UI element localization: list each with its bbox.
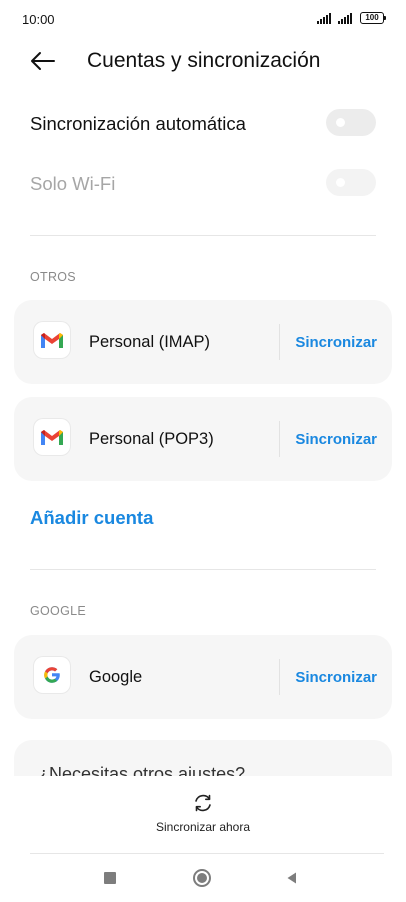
gmail-icon [34,322,70,358]
recents-button[interactable] [95,866,125,890]
status-bar: 10:00 100 [0,0,406,40]
account-name: Personal (POP3) [89,430,214,448]
system-navbar [0,855,406,902]
account-name: Personal (IMAP) [89,333,211,351]
battery-icon: 100 [360,12,386,24]
wifi-only-label: Solo Wi-Fi [30,173,116,194]
separator [279,659,280,695]
section-header-otros: OTROS [30,270,76,284]
toggle-knob [336,178,345,187]
back-icon [287,872,296,884]
home-button[interactable] [187,866,217,890]
separator [279,421,280,457]
home-icon [193,869,211,887]
battery-level: 100 [365,13,379,22]
status-time: 10:00 [22,12,55,27]
bottom-action-bar: Sincronizar ahora [0,776,406,854]
divider [30,569,376,570]
back-button[interactable] [26,46,62,76]
divider [30,235,376,236]
sync-now-label: Sincronizar ahora [155,820,251,834]
account-card-google[interactable]: Google Sincronizar [14,635,392,719]
signal-icon-2 [338,12,352,24]
auto-sync-toggle[interactable] [326,109,376,136]
sync-icon [195,794,211,812]
add-account-link[interactable]: Añadir cuenta [30,507,153,529]
auto-sync-label: Sincronización automática [30,113,246,134]
section-header-google: GOOGLE [30,604,86,618]
recents-icon [104,872,116,884]
divider [30,853,384,854]
sync-button-imap[interactable]: Sincronizar [295,334,377,351]
google-icon [34,657,70,693]
sync-now-button[interactable]: Sincronizar ahora [128,792,278,844]
status-icons: 100 [317,12,386,24]
sync-button-pop3[interactable]: Sincronizar [295,431,377,448]
arrow-left-icon [31,52,55,70]
toggle-knob [336,118,345,127]
gmail-icon [34,419,70,455]
account-card-pop3[interactable]: Personal (POP3) Sincronizar [14,397,392,481]
back-nav-button[interactable] [277,866,307,890]
app-header: Cuentas y sincronización [0,40,406,84]
wifi-only-toggle[interactable] [326,169,376,196]
account-name: Google [89,668,143,686]
separator [279,324,280,360]
account-card-imap[interactable]: Personal (IMAP) Sincronizar [14,300,392,384]
sync-button-google[interactable]: Sincronizar [295,669,377,686]
signal-icon [317,12,331,24]
page-title: Cuentas y sincronización [87,49,321,72]
